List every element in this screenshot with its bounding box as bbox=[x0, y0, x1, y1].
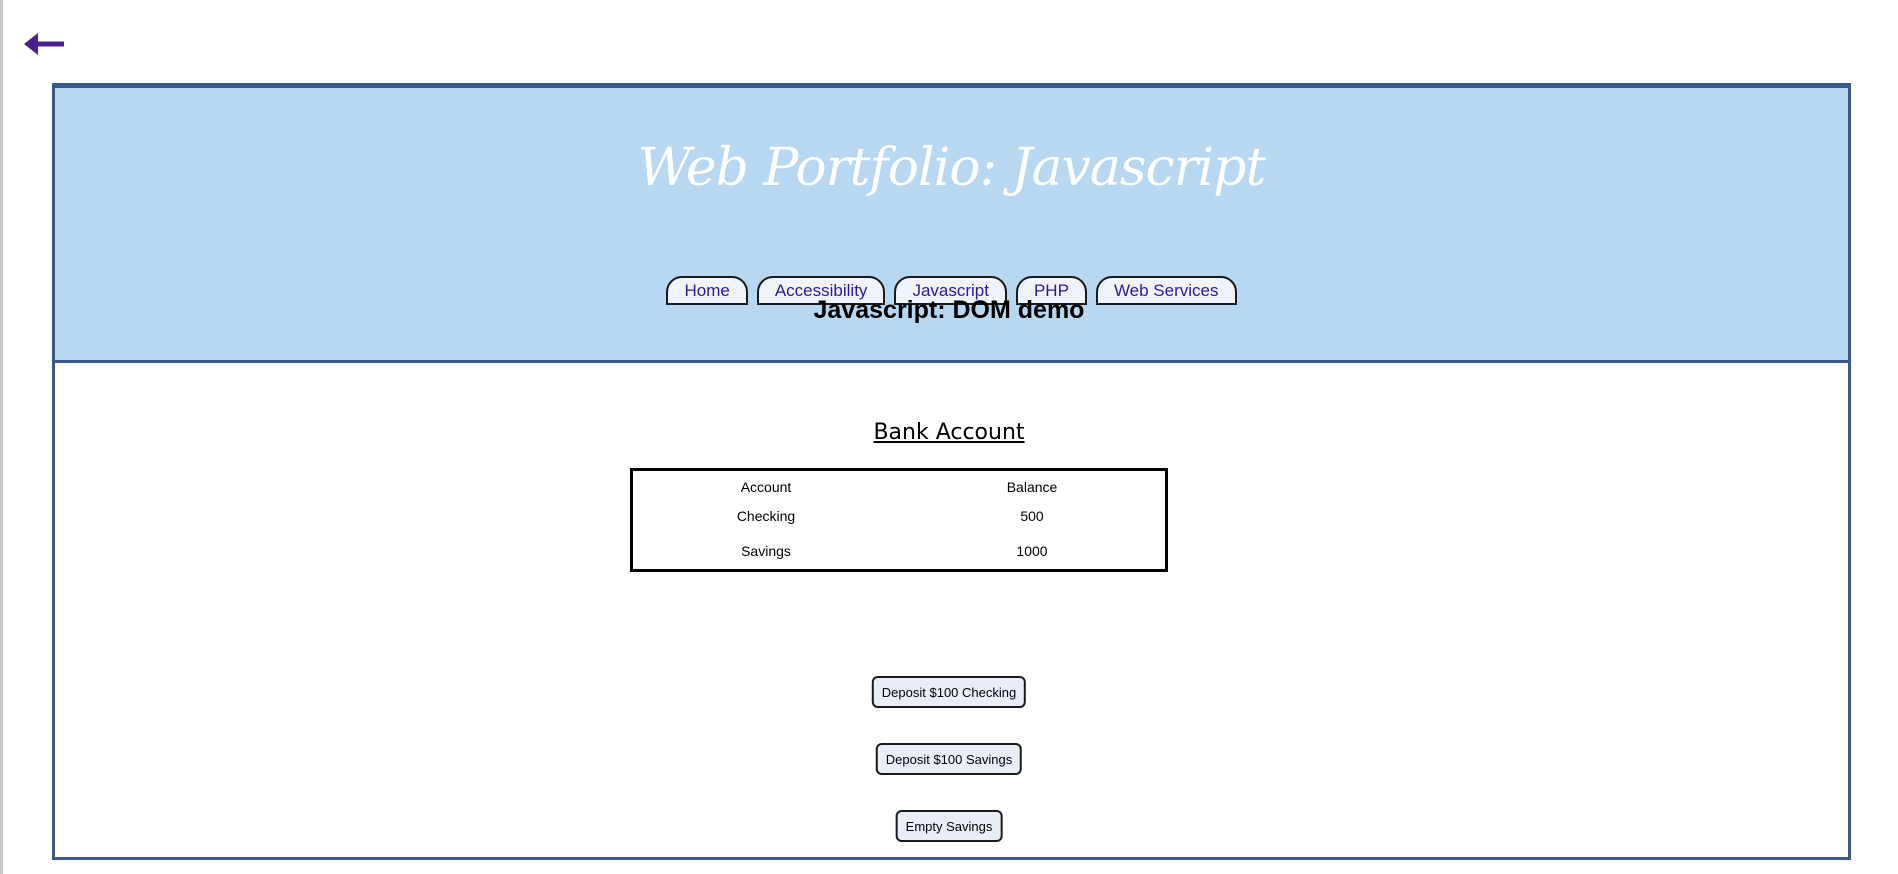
empty-savings-button[interactable]: Empty Savings bbox=[895, 810, 1003, 842]
section-title: Bank Account bbox=[0, 420, 1898, 445]
bank-account-title: Bank Account bbox=[873, 420, 1025, 445]
balance-cell: 1000 bbox=[1016, 543, 1048, 560]
account-name-cell: Savings bbox=[741, 543, 791, 560]
back-arrow-icon[interactable] bbox=[22, 28, 66, 60]
site-title: Web Portfolio: Javascript bbox=[637, 138, 1267, 198]
page-heading: Javascript: DOM demo bbox=[813, 296, 1085, 324]
column-header-account: Account bbox=[740, 479, 792, 495]
account-name-cell: Checking bbox=[736, 508, 796, 525]
deposit-savings-button[interactable]: Deposit $100 Savings bbox=[875, 743, 1023, 775]
table-row: Checking 500 bbox=[632, 499, 1167, 534]
balance-cell: 500 bbox=[1020, 508, 1044, 525]
table-row: Savings 1000 bbox=[632, 534, 1167, 571]
deposit-checking-button[interactable]: Deposit $100 Checking bbox=[871, 676, 1027, 708]
table-header-row: Account Balance bbox=[632, 470, 1167, 500]
bank-account-table: Account Balance Checking 500 Savings 100… bbox=[630, 468, 1168, 572]
column-header-balance: Balance bbox=[1006, 479, 1058, 495]
